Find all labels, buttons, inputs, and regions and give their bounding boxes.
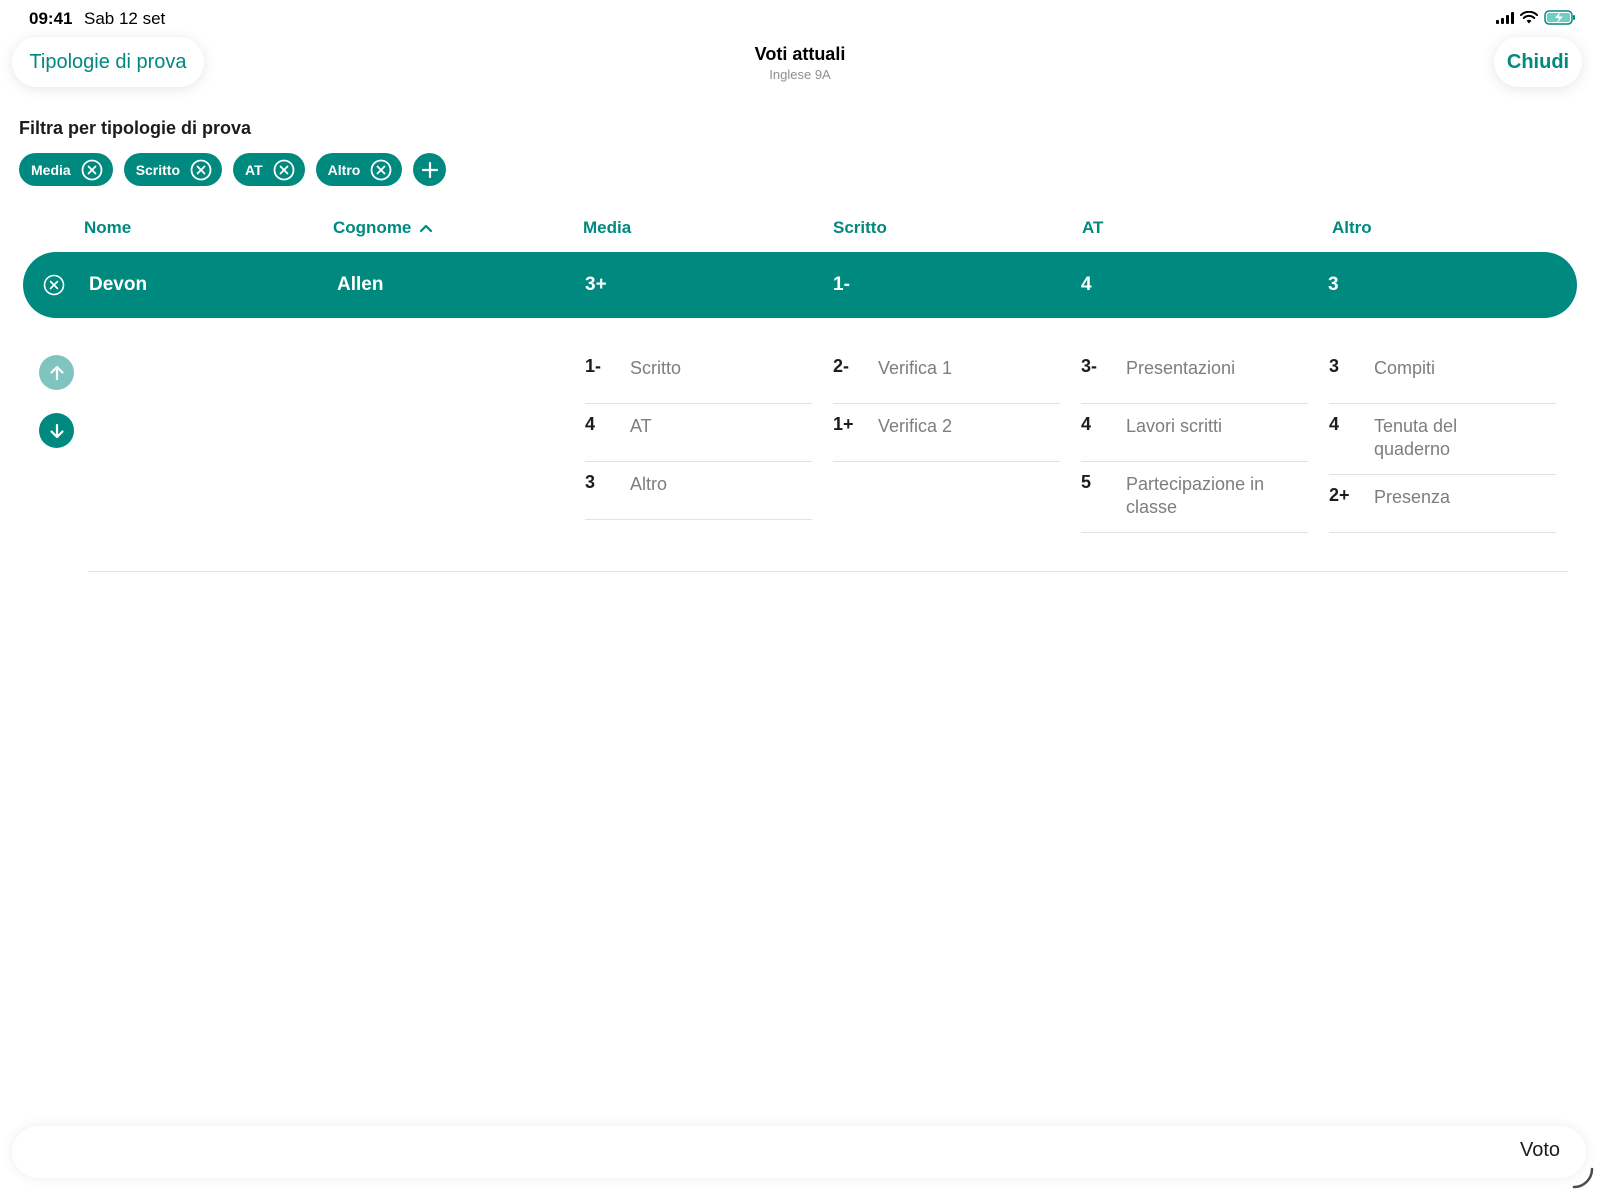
student-row[interactable]: Devon Allen 3+ 1- 4 3 xyxy=(23,252,1577,318)
column-header-at[interactable]: AT xyxy=(1082,218,1103,238)
student-scritto-grade: 1- xyxy=(833,274,850,295)
detail-item[interactable]: 5 Partecipazione in classe xyxy=(1081,462,1308,533)
remove-chip-icon[interactable] xyxy=(190,159,212,181)
previous-student-button[interactable] xyxy=(39,355,74,390)
student-at-grade: 4 xyxy=(1081,274,1092,295)
remove-chip-icon[interactable] xyxy=(273,159,295,181)
detail-item[interactable]: 3 Altro xyxy=(585,462,812,520)
add-filter-button[interactable] xyxy=(413,153,447,186)
chip-label: AT xyxy=(245,161,263,178)
detail-item[interactable]: 2+ Presenza xyxy=(1329,475,1556,533)
cellular-signal-icon xyxy=(1496,11,1514,24)
detail-item[interactable]: 4 AT xyxy=(585,404,812,462)
collapse-row-icon[interactable] xyxy=(43,274,65,296)
filter-chip-scritto[interactable]: Scritto xyxy=(123,153,223,186)
grade-input-label: Voto xyxy=(1519,1139,1560,1161)
detail-column-scritto: 2- Verifica 1 1+ Verifica 2 xyxy=(833,346,1060,462)
filter-heading: Filtra per tipologie di prova xyxy=(19,118,252,138)
detail-grade: 3 xyxy=(1329,356,1340,376)
wifi-icon xyxy=(1520,11,1538,24)
section-divider xyxy=(88,571,1568,572)
detail-label: Verifica 2 xyxy=(878,416,953,436)
detail-grade: 3 xyxy=(585,472,596,492)
student-first-name: Devon xyxy=(89,274,148,295)
filter-chip-at[interactable]: AT xyxy=(233,153,305,186)
detail-item[interactable]: 1+ Verifica 2 xyxy=(833,404,1060,462)
page-title: Voti attuali xyxy=(754,44,846,64)
filter-chip-media[interactable]: Media xyxy=(19,153,113,186)
arrow-up-icon xyxy=(49,365,64,380)
column-label: Nome xyxy=(84,218,132,237)
column-label: Scritto xyxy=(833,218,887,237)
detail-label: Compiti xyxy=(1374,358,1436,378)
grade-input-bar[interactable]: Voto xyxy=(12,1126,1586,1178)
detail-grade: 2+ xyxy=(1329,485,1350,505)
detail-grade: 1+ xyxy=(833,414,854,434)
detail-column-media: 1- Scritto 4 AT 3 Altro xyxy=(585,346,812,520)
plus-icon xyxy=(421,161,438,178)
resize-handle-icon[interactable] xyxy=(1570,1165,1596,1191)
detail-label: Scritto xyxy=(630,358,682,378)
detail-label: Presenza xyxy=(1374,487,1451,507)
battery-charging-icon xyxy=(1544,10,1575,25)
column-header-media[interactable]: Media xyxy=(583,218,631,238)
column-label: Cognome xyxy=(333,218,412,237)
detail-label: Verifica 1 xyxy=(878,358,953,378)
remove-chip-icon[interactable] xyxy=(81,159,103,181)
status-time: 09:41 xyxy=(29,9,73,28)
detail-grade: 4 xyxy=(1329,414,1340,434)
detail-label: Presentazioni xyxy=(1126,358,1236,378)
detail-label: AT xyxy=(630,416,652,436)
column-header-scritto[interactable]: Scritto xyxy=(833,218,887,238)
detail-item[interactable]: 3- Presentazioni xyxy=(1081,346,1308,404)
detail-item[interactable]: 1- Scritto xyxy=(585,346,812,404)
student-altro-grade: 3 xyxy=(1328,274,1339,295)
column-header-altro[interactable]: Altro xyxy=(1332,218,1372,238)
detail-label: Lavori scritti xyxy=(1126,416,1223,436)
detail-grade: 4 xyxy=(1081,414,1092,434)
detail-grade: 3- xyxy=(1081,356,1098,376)
detail-item[interactable]: 4 Lavori scritti xyxy=(1081,404,1308,462)
detail-label: Partecipazione in classe xyxy=(1126,474,1265,517)
detail-item[interactable]: 4 Tenuta del quaderno xyxy=(1329,404,1556,475)
chip-label: Scritto xyxy=(135,161,181,178)
status-date: Sab 12 set xyxy=(84,9,166,28)
sort-ascending-icon xyxy=(420,224,433,233)
arrow-down-icon xyxy=(49,423,64,438)
detail-item[interactable]: 3 Compiti xyxy=(1329,346,1556,404)
detail-grade: 1- xyxy=(585,356,602,376)
detail-grade: 5 xyxy=(1081,472,1092,492)
detail-item[interactable]: 2- Verifica 1 xyxy=(833,346,1060,404)
detail-column-altro: 3 Compiti 4 Tenuta del quaderno 2+ Prese… xyxy=(1329,346,1556,533)
filter-chips: Media Scritto AT Altro xyxy=(19,153,447,186)
student-media-grade: 3+ xyxy=(585,274,607,295)
filter-chip-altro[interactable]: Altro xyxy=(315,153,403,186)
column-header-nome[interactable]: Nome xyxy=(84,218,131,238)
detail-label: Tenuta del quaderno xyxy=(1374,416,1458,459)
status-indicators xyxy=(1496,10,1576,25)
column-label: Altro xyxy=(1332,218,1372,237)
next-student-button[interactable] xyxy=(39,413,74,448)
column-header-cognome[interactable]: Cognome xyxy=(333,218,433,238)
detail-grade: 2- xyxy=(833,356,850,376)
chip-label: Altro xyxy=(327,161,361,178)
chip-label: Media xyxy=(31,161,71,178)
detail-column-at: 3- Presentazioni 4 Lavori scritti 5 Part… xyxy=(1081,346,1308,533)
close-button[interactable]: Chiudi xyxy=(1494,37,1582,87)
page-subtitle: Inglese 9A xyxy=(769,67,831,82)
column-label: AT xyxy=(1082,218,1104,237)
detail-label: Altro xyxy=(630,474,668,494)
detail-grade: 4 xyxy=(585,414,596,434)
column-label: Media xyxy=(583,218,632,237)
student-last-name: Allen xyxy=(337,274,384,295)
remove-chip-icon[interactable] xyxy=(370,159,392,181)
